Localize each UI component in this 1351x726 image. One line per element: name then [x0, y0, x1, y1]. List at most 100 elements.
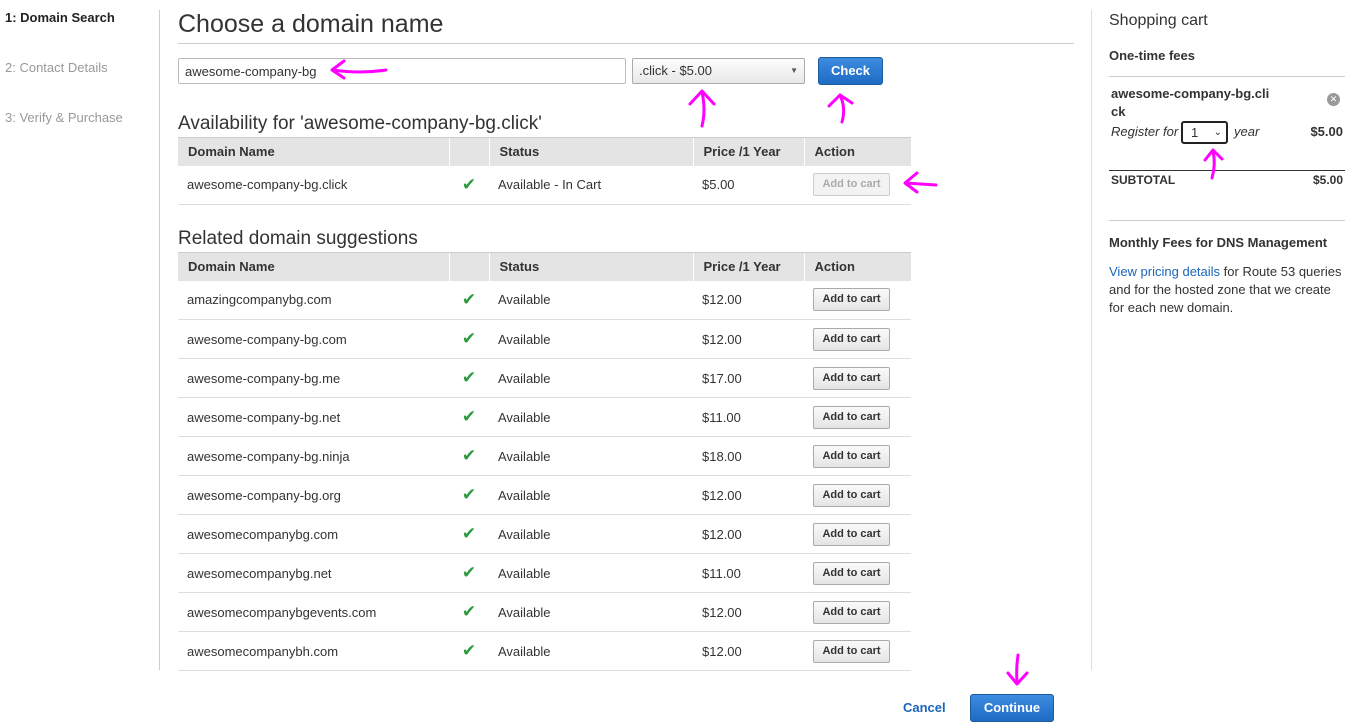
table-header-row: Domain Name Status Price /1 Year Action — [178, 252, 911, 281]
domain-name-cell: awesome-company-bg.ninja — [178, 436, 449, 476]
price-cell: $18.00 — [693, 436, 804, 476]
col-action: Action — [803, 137, 911, 166]
table-row: awesome-company-bg.ninja ✔ Available $18… — [178, 436, 911, 476]
checkmark-icon: ✔ — [461, 174, 477, 194]
cart-rule — [1109, 76, 1345, 77]
table-row: awesomecompanybh.com ✔ Available $12.00 … — [178, 631, 911, 671]
status-cell: Available — [489, 280, 693, 320]
price-cell: $12.00 — [693, 514, 804, 554]
price-cell: $12.00 — [693, 592, 804, 632]
table-row: awesome-company-bg.com ✔ Available $12.0… — [178, 319, 911, 359]
arrow-annotation-icon — [1203, 148, 1224, 180]
step-contact-details[interactable]: 2: Contact Details — [5, 60, 155, 110]
year-label: year — [1234, 124, 1260, 139]
status-cell: Available — [489, 319, 693, 359]
price-cell: $12.00 — [693, 475, 804, 515]
status-cell: Available - In Cart — [489, 165, 693, 205]
status-cell: Available — [489, 358, 693, 398]
monthly-fees-heading: Monthly Fees for DNS Management — [1109, 235, 1328, 250]
checkmark-icon: ✔ — [461, 641, 477, 660]
suggestions-title: Related domain suggestions — [178, 228, 418, 249]
register-for-label: Register for — [1111, 124, 1179, 139]
add-to-cart-button[interactable]: Add to cart — [813, 561, 890, 585]
status-cell: Available — [489, 436, 693, 476]
col-check — [448, 137, 489, 166]
continue-button[interactable]: Continue — [970, 694, 1054, 722]
col-status: Status — [488, 137, 693, 166]
checkmark-icon: ✔ — [461, 485, 477, 504]
domain-name-cell: awesomecompanybg.com — [178, 514, 449, 554]
cart-divider — [1091, 10, 1092, 670]
checkmark-icon: ✔ — [461, 368, 477, 387]
status-cell: Available — [489, 592, 693, 632]
price-cell: $12.00 — [693, 319, 804, 359]
cart-title: Shopping cart — [1109, 12, 1208, 29]
status-cell: Available — [489, 475, 693, 515]
step-verify-purchase[interactable]: 3: Verify & Purchase — [5, 110, 155, 160]
domain-name-cell: awesomecompanybgevents.com — [178, 592, 449, 632]
col-domain-name: Domain Name — [178, 137, 449, 166]
price-cell: $5.00 — [693, 165, 804, 205]
add-to-cart-button[interactable]: Add to cart — [813, 327, 890, 351]
title-divider — [178, 43, 1074, 44]
add-to-cart-button[interactable]: Add to cart — [813, 444, 890, 468]
checkmark-icon: ✔ — [461, 446, 477, 465]
add-to-cart-button[interactable]: Add to cart — [813, 405, 890, 429]
status-cell: Available — [489, 631, 693, 671]
domain-name-cell: awesomecompanybh.com — [178, 631, 449, 671]
step-domain-search[interactable]: 1: Domain Search — [5, 10, 155, 60]
tld-select[interactable]: .click - $5.00 ▼ — [632, 58, 805, 84]
add-to-cart-button[interactable]: Add to cart — [813, 366, 890, 390]
table-row: awesome-company-bg.me ✔ Available $17.00… — [178, 358, 911, 398]
domain-search-input[interactable] — [178, 58, 626, 84]
monthly-fees-text: View pricing details for Route 53 querie… — [1109, 263, 1349, 317]
add-to-cart-button[interactable]: Add to cart — [813, 522, 890, 546]
domain-name-cell: awesome-company-bg.click — [178, 165, 449, 205]
add-to-cart-button: Add to cart — [813, 173, 890, 197]
checkmark-icon: ✔ — [461, 563, 477, 582]
price-cell: $11.00 — [693, 397, 804, 437]
view-pricing-link[interactable]: View pricing details — [1109, 264, 1220, 279]
col-domain-name: Domain Name — [178, 252, 449, 281]
status-cell: Available — [489, 397, 693, 437]
check-button[interactable]: Check — [818, 57, 883, 85]
domain-name-cell: awesome-company-bg.com — [178, 319, 449, 359]
table-row: awesome-company-bg.click ✔ Available - I… — [178, 165, 911, 205]
table-row: awesome-company-bg.org ✔ Available $12.0… — [178, 475, 911, 515]
checkmark-icon: ✔ — [461, 524, 477, 543]
col-price: Price /1 Year — [692, 137, 804, 166]
domain-name-cell: awesomecompanybg.net — [178, 553, 449, 593]
domain-name-cell: awesome-company-bg.org — [178, 475, 449, 515]
cart-item-name: awesome-company-bg.click — [1111, 86, 1270, 119]
arrow-annotation-icon — [688, 89, 716, 128]
table-header-row: Domain Name Status Price /1 Year Action — [178, 137, 911, 166]
add-to-cart-button[interactable]: Add to cart — [813, 639, 890, 663]
add-to-cart-button[interactable]: Add to cart — [813, 600, 890, 624]
nav-divider — [159, 10, 160, 670]
chevron-down-icon: ▼ — [790, 66, 798, 75]
table-row: awesome-company-bg.net ✔ Available $11.0… — [178, 397, 911, 437]
add-to-cart-button[interactable]: Add to cart — [813, 483, 890, 507]
subtotal-label: SUBTOTAL — [1111, 173, 1176, 187]
availability-title: Availability for 'awesome-company-bg.cli… — [178, 113, 542, 134]
col-check — [448, 252, 489, 281]
checkmark-icon: ✔ — [461, 407, 477, 426]
years-select[interactable]: 1 ⌄ — [1181, 121, 1228, 144]
col-status: Status — [488, 252, 693, 281]
cancel-link[interactable]: Cancel — [903, 700, 946, 715]
one-time-fees-heading: One-time fees — [1109, 48, 1195, 63]
domain-name-cell: awesome-company-bg.me — [178, 358, 449, 398]
add-to-cart-button[interactable]: Add to cart — [813, 288, 890, 312]
subtotal-rule — [1109, 170, 1345, 171]
status-cell: Available — [489, 514, 693, 554]
table-row: awesomecompanybg.com ✔ Available $12.00 … — [178, 514, 911, 554]
tld-select-value: .click - $5.00 — [639, 63, 712, 78]
subtotal-value: $5.00 — [1312, 173, 1343, 187]
domain-name-cell: amazingcompanybg.com — [178, 280, 449, 320]
table-row: awesomecompanybgevents.com ✔ Available $… — [178, 592, 911, 632]
cart-rule — [1109, 220, 1345, 221]
arrow-annotation-icon — [827, 93, 854, 124]
remove-icon[interactable]: ✕ — [1327, 93, 1340, 106]
page-title: Choose a domain name — [178, 10, 444, 38]
suggestions-table: Domain Name Status Price /1 Year Action … — [178, 252, 911, 671]
